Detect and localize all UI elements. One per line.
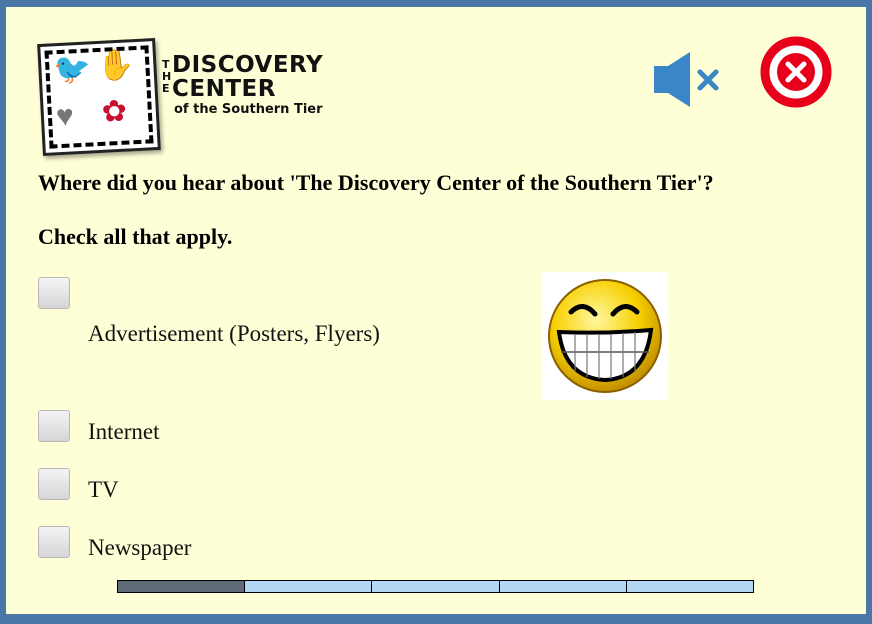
instruction-text: Check all that apply. [38, 224, 233, 249]
progress-segment [372, 580, 500, 593]
logo-the-text: THE [162, 58, 172, 95]
progress-segment [245, 580, 373, 593]
bird-icon: 🐦 [52, 52, 92, 88]
close-button[interactable] [759, 35, 833, 109]
flower-icon: ✿ [100, 94, 128, 129]
checkbox-newspaper[interactable] [38, 526, 70, 558]
discovery-center-logo: 🐦 ✋ ♥ ✿ THE DISCOVERY CENTER of the Sout… [37, 37, 328, 157]
speaker-muted-icon [654, 52, 719, 107]
checkbox-tv[interactable] [38, 468, 70, 500]
heart-icon: ♥ [55, 99, 75, 134]
logo-emblem: 🐦 ✋ ♥ ✿ [37, 37, 161, 157]
survey-panel: 🐦 ✋ ♥ ✿ THE DISCOVERY CENTER of the Sout… [6, 7, 866, 614]
option-label-newspaper: Newspaper [88, 535, 192, 560]
checkbox-advertisement[interactable] [38, 277, 70, 309]
progress-segment [499, 580, 627, 593]
progress-bar [117, 580, 755, 593]
option-label-internet: Internet [88, 419, 160, 444]
logo-subtitle: of the Southern Tier [174, 102, 323, 117]
mute-button[interactable] [654, 52, 724, 107]
progress-segment [117, 580, 246, 593]
option-label-advertisement: Advertisement (Posters, Flyers) [88, 321, 380, 346]
logo-title-line2: CENTER [172, 76, 276, 102]
close-circle-icon [760, 36, 832, 108]
question-text: Where did you hear about 'The Discovery … [38, 170, 714, 195]
option-label-tv: TV [88, 477, 119, 502]
checkbox-internet[interactable] [38, 410, 70, 442]
progress-segment [626, 580, 755, 593]
grinning-smiley-icon [541, 272, 668, 400]
logo-title-line1: DISCOVERY [172, 52, 324, 78]
logo-title: DISCOVERY CENTER [172, 53, 323, 101]
hand-icon: ✋ [96, 48, 136, 84]
